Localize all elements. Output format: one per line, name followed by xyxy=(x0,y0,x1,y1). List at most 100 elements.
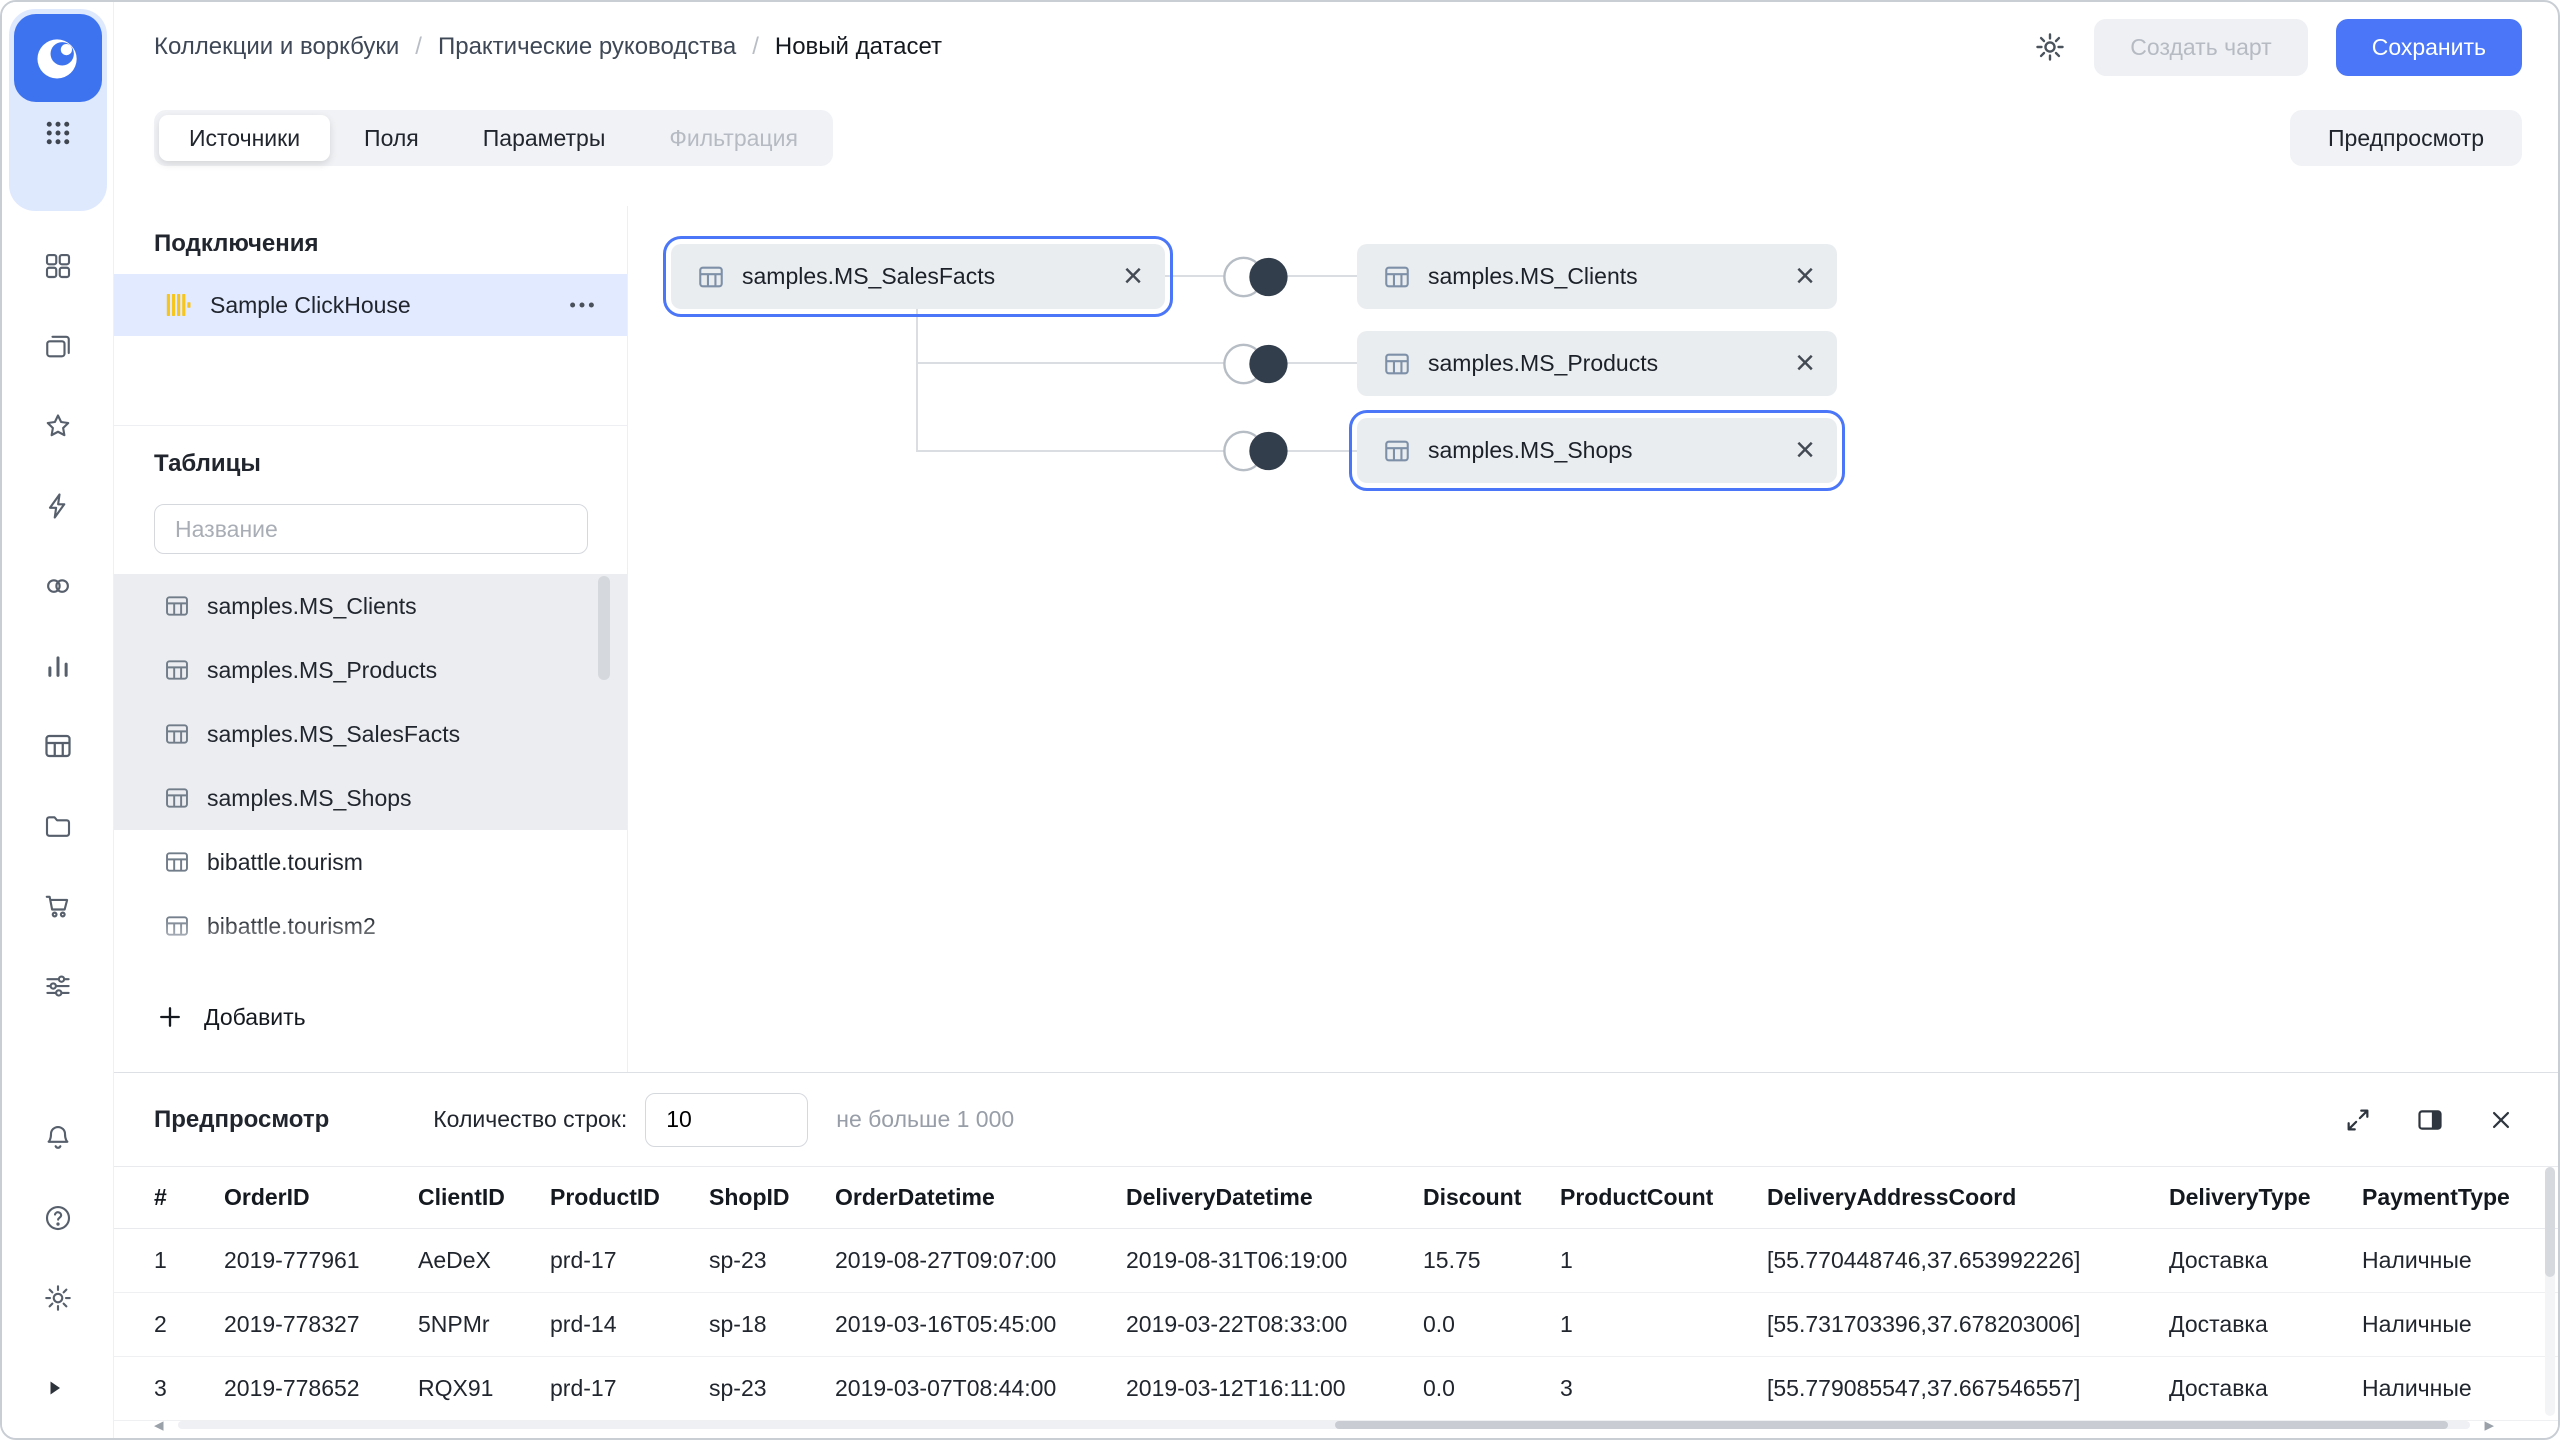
column-header[interactable]: OrderDatetime xyxy=(835,1184,1126,1211)
tab-parameters[interactable]: Параметры xyxy=(453,115,636,161)
marketplace-icon[interactable] xyxy=(2,866,113,946)
storage-icon[interactable] xyxy=(2,786,113,866)
source-node[interactable]: samples.MS_Shops × xyxy=(1357,418,1837,483)
side-panel-icon[interactable] xyxy=(2416,1106,2444,1134)
save-button[interactable]: Сохранить xyxy=(2336,19,2522,76)
table-icon xyxy=(164,913,190,939)
more-menu-icon[interactable] xyxy=(567,290,597,320)
scroll-left-icon[interactable]: ◂ xyxy=(154,1416,164,1435)
column-header[interactable]: OrderID xyxy=(224,1184,418,1211)
cell-row-number: 1 xyxy=(154,1247,224,1274)
editor-icon[interactable] xyxy=(2,466,113,546)
breadcrumb-current: Новый датасет xyxy=(775,33,942,61)
cell-row-number: 3 xyxy=(154,1375,224,1402)
tab-sources[interactable]: Источники xyxy=(159,115,330,161)
table-item-label: samples.MS_SalesFacts xyxy=(207,721,460,748)
table-icon xyxy=(164,657,190,683)
datasets-icon[interactable] xyxy=(2,706,113,786)
cell-client-id: AeDeX xyxy=(418,1247,550,1274)
preview-toggle-button[interactable]: Предпросмотр xyxy=(2290,110,2522,166)
column-header[interactable]: DeliveryAddressCoord xyxy=(1767,1184,2169,1211)
breadcrumb-collections[interactable]: Коллекции и воркбуки xyxy=(154,33,399,61)
source-node[interactable]: samples.MS_Clients × xyxy=(1357,244,1837,309)
table-list-item[interactable]: bibattle.tourism xyxy=(114,830,627,894)
remove-table-icon[interactable]: × xyxy=(1795,261,1815,292)
help-icon[interactable] xyxy=(2,1178,113,1258)
datalens-logo[interactable] xyxy=(14,14,102,102)
connections-icon[interactable] xyxy=(2,546,113,626)
header-actions: Создать чарт Сохранить xyxy=(2034,19,2522,76)
tables-scrollbar[interactable] xyxy=(598,576,610,680)
expand-sidebar-icon[interactable] xyxy=(2,1338,113,1438)
horizontal-scrollbar-thumb[interactable] xyxy=(1335,1421,2447,1429)
table-list-item[interactable]: bibattle.tourism2 xyxy=(114,894,627,958)
cell-order-id: 2019-778652 xyxy=(224,1375,418,1402)
cell-delivery-address-coord: [55.770448746,37.653992226] xyxy=(1767,1247,2169,1274)
collections-icon[interactable] xyxy=(2,306,113,386)
column-header[interactable]: Discount xyxy=(1423,1184,1560,1211)
table-list-item[interactable]: samples.MS_Shops xyxy=(114,766,627,830)
table-row: 3 2019-778652 RQX91 prd-17 sp-23 2019-03… xyxy=(114,1357,2558,1421)
services-icon[interactable] xyxy=(2,946,113,1026)
add-table-label: Добавить xyxy=(204,1004,306,1031)
cell-delivery-address-coord: [55.731703396,37.678203006] xyxy=(1767,1311,2169,1338)
column-header[interactable]: ProductCount xyxy=(1560,1184,1767,1211)
remove-table-icon[interactable]: × xyxy=(1795,435,1815,466)
column-header[interactable]: ClientID xyxy=(418,1184,550,1211)
favorites-icon[interactable] xyxy=(2,386,113,466)
dataset-settings-gear-icon[interactable] xyxy=(2034,31,2066,63)
charts-icon[interactable] xyxy=(2,626,113,706)
cell-product-id: prd-17 xyxy=(550,1375,709,1402)
cell-delivery-datetime: 2019-03-12T16:11:00 xyxy=(1126,1375,1423,1402)
cell-product-count: 1 xyxy=(1560,1247,1767,1274)
cell-delivery-datetime: 2019-08-31T06:19:00 xyxy=(1126,1247,1423,1274)
column-header[interactable]: ShopID xyxy=(709,1184,835,1211)
table-list-item[interactable]: samples.MS_Clients xyxy=(114,574,627,638)
source-node-label: samples.MS_Shops xyxy=(1428,437,1633,464)
column-header[interactable]: PaymentType xyxy=(2362,1184,2560,1211)
table-item-label: bibattle.tourism xyxy=(207,849,363,876)
remove-table-icon[interactable]: × xyxy=(1795,348,1815,379)
column-header[interactable]: DeliveryDatetime xyxy=(1126,1184,1423,1211)
table-list-item-partial[interactable] xyxy=(114,958,627,980)
table-icon xyxy=(1383,263,1411,291)
column-header[interactable]: # xyxy=(154,1184,224,1211)
connection-item-sample-clickhouse[interactable]: Sample ClickHouse xyxy=(114,274,627,336)
fullscreen-icon[interactable] xyxy=(2344,1106,2372,1134)
cell-row-number: 2 xyxy=(154,1311,224,1338)
breadcrumb-guides[interactable]: Практические руководства xyxy=(438,33,736,61)
inner-join-icon[interactable] xyxy=(1218,428,1294,474)
vertical-scrollbar[interactable] xyxy=(2545,1167,2555,1416)
settings-icon[interactable] xyxy=(2,1258,113,1338)
join-row: samples.MS_Shops × xyxy=(628,418,1928,483)
dashboards-icon[interactable] xyxy=(2,226,113,306)
sidebar-footer xyxy=(2,1098,113,1438)
row-count-label: Количество строк: xyxy=(433,1106,627,1133)
row-count-hint: не больше 1 000 xyxy=(836,1106,1014,1133)
cell-order-datetime: 2019-08-27T09:07:00 xyxy=(835,1247,1126,1274)
breadcrumb-separator: / xyxy=(752,33,759,61)
apps-grid-icon[interactable] xyxy=(43,118,73,148)
preview-table: # OrderID ClientID ProductID ShopID Orde… xyxy=(114,1166,2558,1421)
source-node[interactable]: samples.MS_Products × xyxy=(1357,331,1837,396)
column-header[interactable]: ProductID xyxy=(550,1184,709,1211)
table-icon xyxy=(1383,350,1411,378)
table-list-item[interactable]: samples.MS_SalesFacts xyxy=(114,702,627,766)
notifications-icon[interactable] xyxy=(2,1098,113,1178)
create-chart-button[interactable]: Создать чарт xyxy=(2094,19,2307,76)
inner-join-icon[interactable] xyxy=(1218,341,1294,387)
row-count-input[interactable] xyxy=(645,1093,808,1147)
content: Подключения Sample ClickHouse xyxy=(114,206,2558,1072)
tab-fields[interactable]: Поля xyxy=(334,115,449,161)
inner-join-icon[interactable] xyxy=(1218,254,1294,300)
table-search-input[interactable] xyxy=(154,504,588,554)
table-icon xyxy=(164,721,190,747)
tab-filtering[interactable]: Фильтрация xyxy=(639,115,828,161)
column-header[interactable]: DeliveryType xyxy=(2169,1184,2362,1211)
table-list-item[interactable]: samples.MS_Products xyxy=(114,638,627,702)
horizontal-scrollbar-track[interactable] xyxy=(178,1421,2471,1429)
vertical-scrollbar-thumb[interactable] xyxy=(2545,1167,2555,1277)
scroll-right-icon[interactable]: ▸ xyxy=(2484,1416,2494,1435)
add-table-button[interactable]: Добавить xyxy=(156,994,627,1040)
close-preview-icon[interactable] xyxy=(2488,1107,2514,1133)
